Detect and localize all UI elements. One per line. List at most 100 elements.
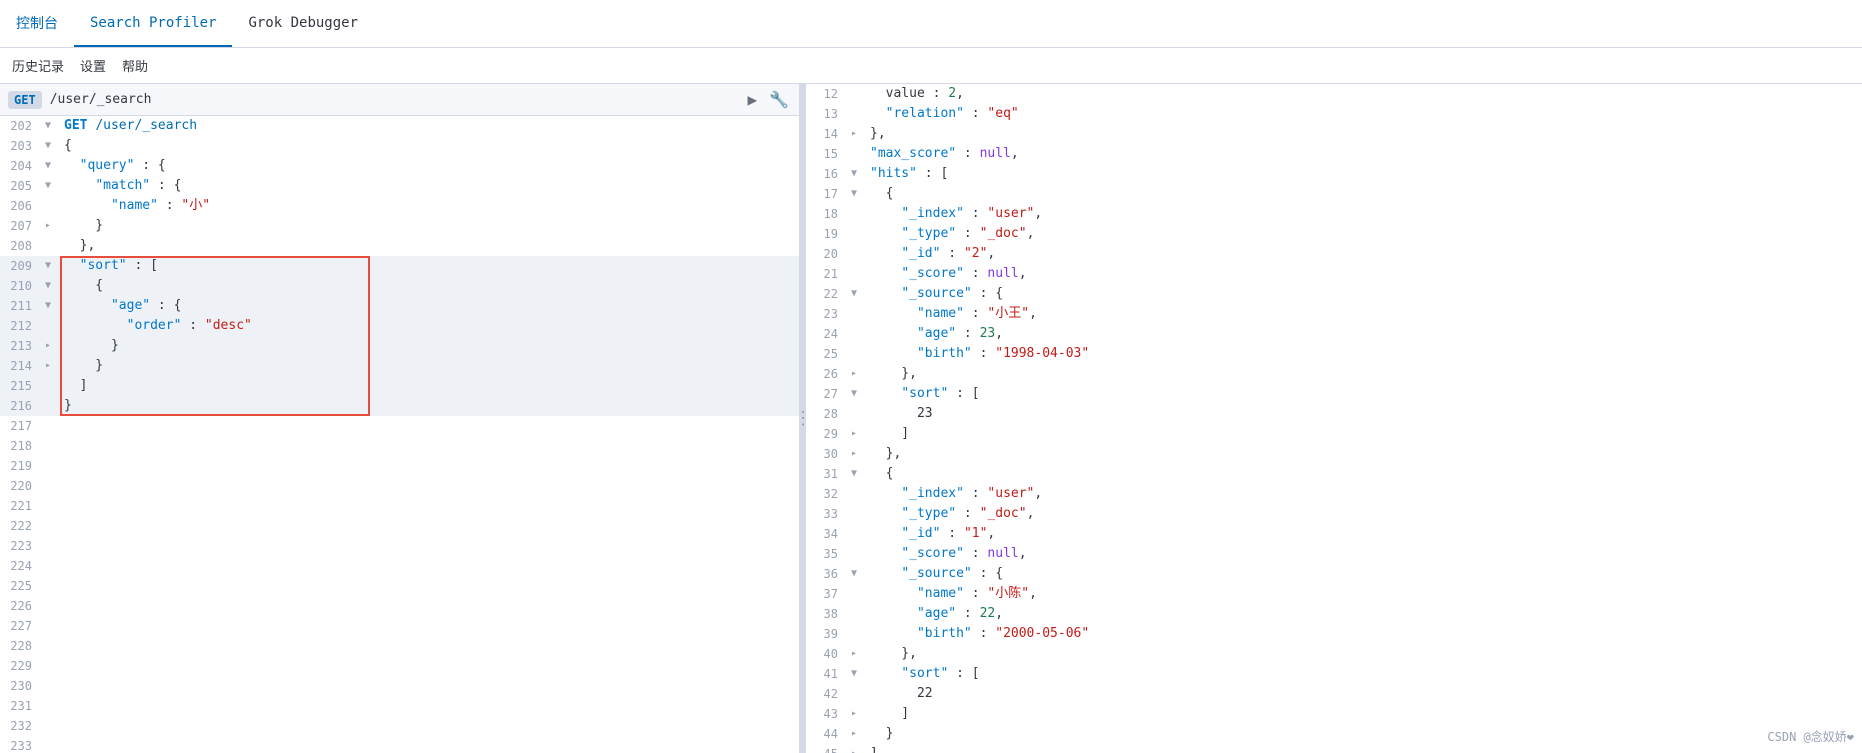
- result-fold-gutter[interactable]: [846, 264, 862, 284]
- result-fold-gutter[interactable]: [846, 144, 862, 164]
- result-fold-gutter[interactable]: [846, 224, 862, 244]
- result-fold-gutter[interactable]: ▼: [846, 464, 862, 484]
- result-line-content: 23: [862, 404, 1862, 424]
- result-fold-gutter[interactable]: [846, 584, 862, 604]
- fold-gutter[interactable]: [40, 476, 56, 496]
- result-fold-gutter[interactable]: ▼: [846, 384, 862, 404]
- result-fold-gutter[interactable]: [846, 244, 862, 264]
- result-line-number: 42: [806, 684, 846, 704]
- result-fold-gutter[interactable]: ▸: [846, 744, 862, 753]
- result-line-number: 20: [806, 244, 846, 264]
- line-content: }: [56, 216, 799, 236]
- result-line-number: 29: [806, 424, 846, 444]
- fold-gutter[interactable]: ▸: [40, 336, 56, 356]
- result-fold-gutter[interactable]: [846, 484, 862, 504]
- line-content: [56, 456, 799, 476]
- tab-console[interactable]: 控制台: [0, 0, 74, 47]
- result-fold-gutter[interactable]: ▸: [846, 124, 862, 144]
- result-fold-gutter[interactable]: ▸: [846, 364, 862, 384]
- result-line-37: 37 "name" : "小陈",: [806, 584, 1862, 604]
- fold-gutter[interactable]: [40, 716, 56, 736]
- result-line-33: 33 "_type" : "_doc",: [806, 504, 1862, 524]
- result-line-22: 22▼ "_source" : {: [806, 284, 1862, 304]
- fold-gutter[interactable]: [40, 656, 56, 676]
- result-fold-gutter[interactable]: [846, 404, 862, 424]
- fold-gutter[interactable]: ▼: [40, 276, 56, 296]
- result-fold-gutter[interactable]: [846, 344, 862, 364]
- result-fold-gutter[interactable]: [846, 204, 862, 224]
- result-fold-gutter[interactable]: [846, 104, 862, 124]
- fold-gutter[interactable]: [40, 196, 56, 216]
- line-number: 230: [0, 676, 40, 696]
- result-fold-gutter[interactable]: ▼: [846, 564, 862, 584]
- fold-gutter[interactable]: [40, 496, 56, 516]
- result-fold-gutter[interactable]: [846, 84, 862, 104]
- fold-gutter[interactable]: [40, 556, 56, 576]
- fold-gutter[interactable]: ▼: [40, 156, 56, 176]
- fold-gutter[interactable]: [40, 516, 56, 536]
- fold-gutter[interactable]: [40, 696, 56, 716]
- result-fold-gutter[interactable]: [846, 544, 862, 564]
- result-line-number: 17: [806, 184, 846, 204]
- fold-gutter[interactable]: ▸: [40, 216, 56, 236]
- result-fold-gutter[interactable]: [846, 304, 862, 324]
- fold-gutter[interactable]: ▼: [40, 116, 56, 136]
- result-fold-gutter[interactable]: ▸: [846, 424, 862, 444]
- result-line-content: "_score" : null,: [862, 544, 1862, 564]
- line-content: "name" : "小": [56, 196, 799, 216]
- result-fold-gutter[interactable]: [846, 684, 862, 704]
- result-fold-gutter[interactable]: [846, 604, 862, 624]
- result-line-number: 27: [806, 384, 846, 404]
- fold-gutter[interactable]: [40, 576, 56, 596]
- editor-pane: GET ▶ 🔧 202▼GET /user/_search203▼{204▼ "…: [0, 84, 800, 753]
- fold-gutter[interactable]: [40, 596, 56, 616]
- result-fold-gutter[interactable]: ▼: [846, 664, 862, 684]
- line-content: [56, 576, 799, 596]
- result-fold-gutter[interactable]: [846, 324, 862, 344]
- result-fold-gutter[interactable]: ▸: [846, 724, 862, 744]
- fold-gutter[interactable]: [40, 456, 56, 476]
- fold-gutter[interactable]: ▼: [40, 256, 56, 276]
- result-fold-gutter[interactable]: [846, 624, 862, 644]
- pane-divider[interactable]: [800, 84, 806, 753]
- result-fold-gutter[interactable]: ▼: [846, 284, 862, 304]
- fold-gutter[interactable]: [40, 396, 56, 416]
- result-fold-gutter[interactable]: ▸: [846, 444, 862, 464]
- tab-grok-debugger[interactable]: Grok Debugger: [232, 0, 374, 47]
- fold-gutter[interactable]: [40, 316, 56, 336]
- fold-gutter[interactable]: [40, 436, 56, 456]
- fold-gutter[interactable]: [40, 676, 56, 696]
- fold-gutter[interactable]: [40, 416, 56, 436]
- editor-line-227: 227: [0, 616, 799, 636]
- tab-search-profiler[interactable]: Search Profiler: [74, 0, 232, 47]
- result-content[interactable]: 12 value : 2,13 "relation" : "eq"14▸},15…: [806, 84, 1862, 753]
- fold-gutter[interactable]: ▼: [40, 136, 56, 156]
- fold-gutter[interactable]: [40, 236, 56, 256]
- nav-settings[interactable]: 设置: [80, 56, 106, 75]
- nav-history[interactable]: 历史记录: [12, 56, 64, 75]
- fold-gutter[interactable]: [40, 376, 56, 396]
- nav-help[interactable]: 帮助: [122, 56, 148, 75]
- url-input[interactable]: [50, 92, 738, 107]
- fold-gutter[interactable]: ▸: [40, 356, 56, 376]
- result-fold-gutter[interactable]: ▼: [846, 164, 862, 184]
- fold-gutter[interactable]: [40, 616, 56, 636]
- result-fold-gutter[interactable]: ▸: [846, 704, 862, 724]
- fold-gutter[interactable]: [40, 636, 56, 656]
- editor-line-232: 232: [0, 716, 799, 736]
- run-button[interactable]: ▶: [745, 88, 759, 111]
- result-fold-gutter[interactable]: [846, 504, 862, 524]
- line-number: 221: [0, 496, 40, 516]
- line-content: [56, 536, 799, 556]
- line-number: 232: [0, 716, 40, 736]
- fold-gutter[interactable]: ▼: [40, 176, 56, 196]
- result-fold-gutter[interactable]: ▸: [846, 644, 862, 664]
- fold-gutter[interactable]: [40, 736, 56, 753]
- fold-gutter[interactable]: ▼: [40, 296, 56, 316]
- fold-gutter[interactable]: [40, 536, 56, 556]
- code-editor[interactable]: 202▼GET /user/_search203▼{204▼ "query" :…: [0, 116, 799, 753]
- settings-icon[interactable]: 🔧: [767, 88, 791, 111]
- result-fold-gutter[interactable]: ▼: [846, 184, 862, 204]
- result-fold-gutter[interactable]: [846, 524, 862, 544]
- result-line-number: 33: [806, 504, 846, 524]
